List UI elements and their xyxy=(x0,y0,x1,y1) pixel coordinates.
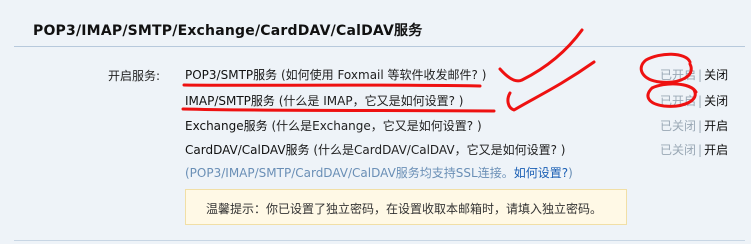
service-row-caldav: CardDAV/CalDAV服务 (什么是CardDAV/CalDAV，它又是如… xyxy=(185,141,565,158)
status-exchange: 已关闭 | 开启 xyxy=(660,117,728,134)
tip-text: 温馨提示：你已设置了独立密码，在设置收取本邮箱时，请填入独立密码。 xyxy=(206,202,603,216)
toggle-link-caldav[interactable]: 开启 xyxy=(704,143,728,157)
service-row-pop3: POP3/SMTP服务 (如何使用 Foxmail 等软件收发邮件? ) xyxy=(185,66,486,83)
status-text: 已关闭 xyxy=(660,143,697,157)
enable-services-label: 开启服务: xyxy=(108,69,161,83)
service-help-link[interactable]: (什么是Exchange，它又是如何设置? ) xyxy=(268,119,481,133)
status-text: 已关闭 xyxy=(660,119,697,133)
ssl-note-text: (POP3/IMAP/SMTP/CardDAV/CalDAV服务均支持SSL连接… xyxy=(185,166,514,180)
service-help-link[interactable]: (什么是 IMAP，它又是如何设置? ) xyxy=(275,94,464,108)
status-text: 已开启 xyxy=(660,94,697,108)
toggle-link-pop3[interactable]: 关闭 xyxy=(704,68,728,82)
ssl-help-link[interactable]: 如何设置? xyxy=(514,166,568,180)
ssl-note: (POP3/IMAP/SMTP/CardDAV/CalDAV服务均支持SSL连接… xyxy=(185,164,573,181)
status-caldav: 已关闭 | 开启 xyxy=(660,141,728,158)
separator: | xyxy=(698,68,703,82)
service-help-link[interactable]: (什么是CardDAV/CalDAV，它又是如何设置? ) xyxy=(310,143,565,157)
service-name: IMAP/SMTP服务 xyxy=(185,94,275,108)
status-imap: 已开启 | 关闭 xyxy=(660,92,728,109)
section-title: POP3/IMAP/SMTP/Exchange/CardDAV/CalDAV服务 xyxy=(33,23,423,39)
settings-panel: POP3/IMAP/SMTP/Exchange/CardDAV/CalDAV服务… xyxy=(0,0,751,244)
service-row-imap: IMAP/SMTP服务 (什么是 IMAP，它又是如何设置? ) xyxy=(185,92,463,109)
service-name: CardDAV/CalDAV服务 xyxy=(185,143,310,157)
service-row-exchange: Exchange服务 (什么是Exchange，它又是如何设置? ) xyxy=(185,117,482,134)
password-tip: 温馨提示：你已设置了独立密码，在设置收取本邮箱时，请填入独立密码。 xyxy=(185,189,627,225)
separator: | xyxy=(698,119,703,133)
service-help-link[interactable]: (如何使用 Foxmail 等软件收发邮件? ) xyxy=(277,68,486,82)
divider xyxy=(14,240,745,241)
toggle-link-exchange[interactable]: 开启 xyxy=(704,119,728,133)
divider xyxy=(14,46,745,47)
separator: | xyxy=(698,143,703,157)
status-pop3: 已开启 | 关闭 xyxy=(660,66,728,83)
status-text: 已开启 xyxy=(660,68,697,82)
ssl-note-close: ) xyxy=(568,166,573,180)
service-name: Exchange服务 xyxy=(185,119,268,133)
separator: | xyxy=(698,94,703,108)
toggle-link-imap[interactable]: 关闭 xyxy=(704,94,728,108)
service-name: POP3/SMTP服务 xyxy=(185,68,278,82)
